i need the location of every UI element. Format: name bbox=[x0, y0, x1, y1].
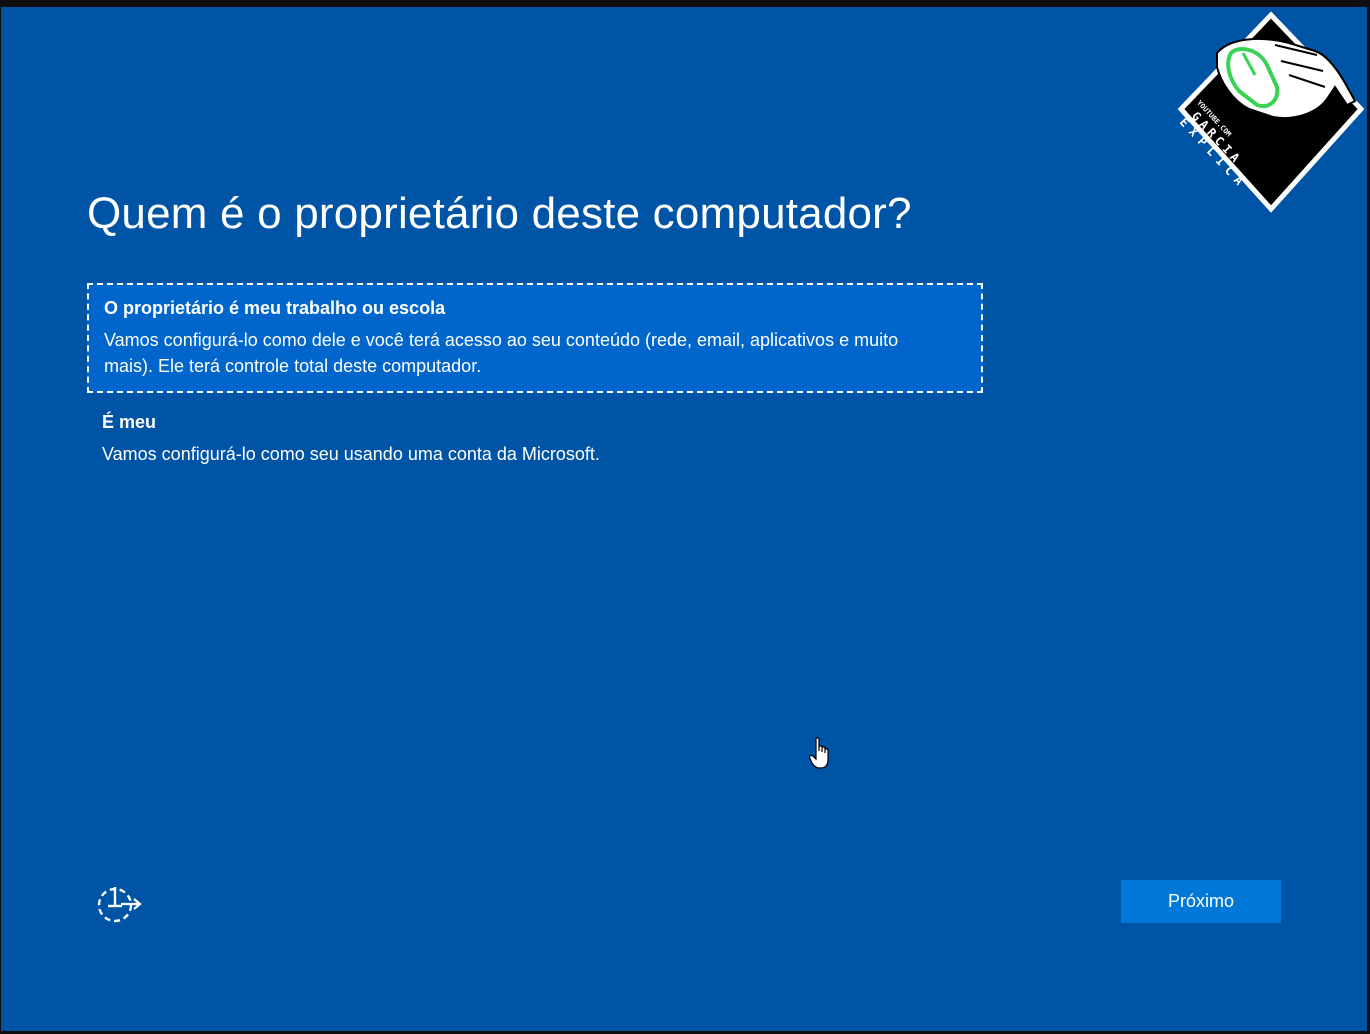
garcia-explica-logo: YOUTUBE.COM GARCIA EXPLICA bbox=[1177, 9, 1367, 213]
option-description: Vamos configurá-lo como dele e você terá… bbox=[104, 330, 899, 376]
next-button[interactable]: Próximo bbox=[1121, 880, 1281, 923]
ease-of-access-glyph bbox=[97, 887, 142, 923]
setup-screen: Quem é o proprietário deste computador? … bbox=[1, 7, 1367, 1031]
option-work-or-school[interactable]: O proprietário é meu trabalho ou escola … bbox=[87, 283, 983, 393]
ease-of-access-icon[interactable] bbox=[93, 879, 145, 927]
option-description: Vamos configurá-lo como seu usando uma c… bbox=[102, 444, 600, 464]
option-title: O proprietário é meu trabalho ou escola bbox=[104, 298, 446, 318]
logo-lettering: YOUTUBE.COM GARCIA EXPLICA bbox=[1177, 9, 1367, 213]
option-personal[interactable]: É meu Vamos configurá-lo como seu usando… bbox=[87, 397, 983, 477]
page-title: Quem é o proprietário deste computador? bbox=[87, 189, 912, 238]
hand-cursor-icon bbox=[809, 737, 829, 769]
option-title: É meu bbox=[102, 412, 157, 432]
